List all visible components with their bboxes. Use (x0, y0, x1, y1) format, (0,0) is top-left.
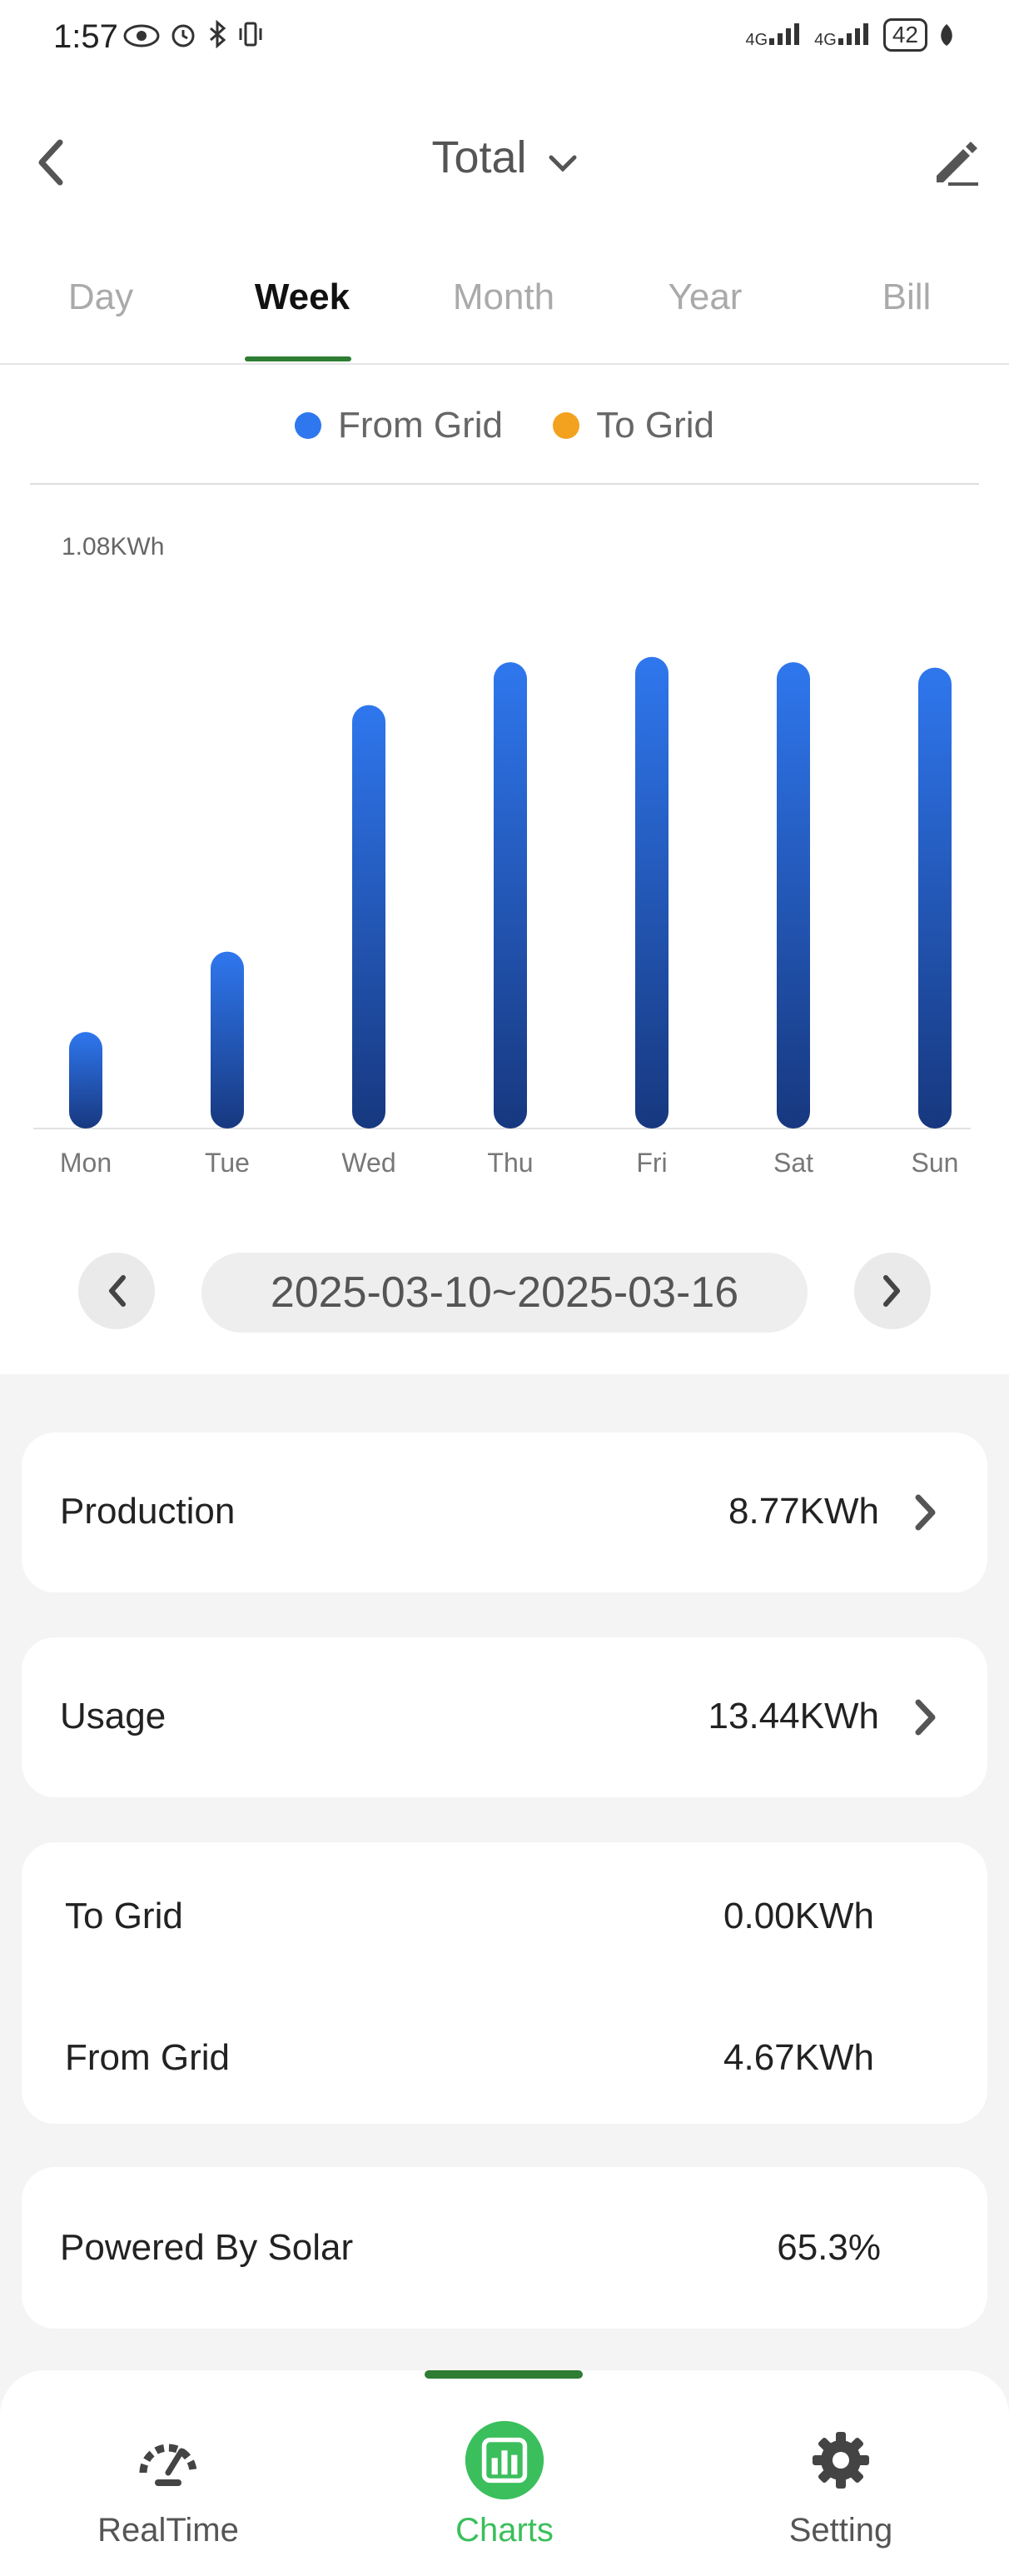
bottom-navigation: RealTime Charts Setting (0, 2370, 1009, 2576)
legend-from-grid[interactable]: From Grid (294, 405, 503, 446)
from-grid-label: From Grid (65, 2037, 230, 2078)
solar-card: Powered By Solar 65.3% (22, 2167, 987, 2329)
nav-realtime-label: RealTime (97, 2512, 239, 2549)
grid-card: To Grid 0.00KWh From Grid 4.67KWh (22, 1842, 987, 2124)
nav-realtime[interactable]: RealTime (43, 2420, 293, 2549)
legend-divider (30, 483, 979, 485)
gauge-icon (128, 2420, 208, 2500)
chart-svg: Mon Tue Wed Thu Fri Sat Sun (33, 656, 971, 1178)
chevron-right-icon (909, 1487, 942, 1537)
solar-value: 65.3% (777, 2227, 881, 2268)
signal-1-label: 4G (745, 30, 768, 49)
header: Total (0, 108, 1009, 217)
bluetooth-icon (209, 19, 226, 49)
bar-fri[interactable] (635, 656, 669, 1129)
chevron-down-icon (548, 132, 578, 183)
bar-mon[interactable] (69, 1032, 102, 1129)
status-right: 4G 4G 42 (745, 18, 956, 52)
bar-wed[interactable] (352, 705, 385, 1129)
chevron-left-icon (109, 1275, 126, 1307)
legend-to-grid-label: To Grid (596, 405, 715, 446)
edit-button[interactable] (926, 133, 984, 192)
x-tick-label-wed: Wed (341, 1148, 395, 1178)
leaf-icon (941, 24, 952, 46)
battery-level: 42 (882, 18, 927, 52)
status-bar: 1:57 4G 4G 42 (0, 0, 1009, 80)
weekly-bar-chart: 1.08KWh Mon Tue Wed Thu Fri Sat Sun (0, 516, 1009, 1183)
tab-day[interactable]: Day (0, 277, 201, 318)
y-axis-max-label: 1.08KWh (62, 533, 165, 561)
tab-bill[interactable]: Bill (806, 277, 1007, 318)
date-range[interactable]: 2025-03-10~2025-03-16 (201, 1253, 808, 1333)
legend-to-grid[interactable]: To Grid (553, 405, 714, 446)
alarm-icon (171, 24, 195, 47)
signal-2-label: 4G (814, 30, 837, 49)
legend-from-grid-label: From Grid (337, 405, 503, 446)
previous-period-button[interactable] (78, 1253, 155, 1329)
gear-icon (801, 2420, 881, 2500)
solar-label: Powered By Solar (60, 2227, 354, 2268)
to-grid-value: 0.00KWh (723, 1896, 874, 1936)
tab-week[interactable]: Week (201, 277, 403, 318)
usage-label: Usage (60, 1696, 167, 1736)
vibrate-icon (239, 22, 262, 47)
bar-sat[interactable] (777, 662, 810, 1129)
to-grid-label: To Grid (65, 1896, 183, 1936)
status-icons (123, 19, 265, 56)
bar-tue[interactable] (211, 951, 244, 1129)
nav-charts-label: Charts (455, 2512, 554, 2549)
next-period-button[interactable] (854, 1253, 931, 1329)
page-title-dropdown[interactable]: Total (0, 132, 1009, 183)
page-title: Total (431, 132, 527, 182)
period-navigator: 2025-03-10~2025-03-16 (0, 1249, 1009, 1341)
usage-card[interactable]: Usage 13.44KWh (22, 1637, 987, 1797)
bar-chart-icon (465, 2420, 544, 2500)
nav-setting[interactable]: Setting (716, 2420, 966, 2549)
x-tick-label-mon: Mon (60, 1148, 112, 1178)
chevron-right-icon (909, 1692, 942, 1742)
nav-charts[interactable]: Charts (380, 2420, 629, 2549)
chart-legend: From Grid To Grid (0, 405, 1009, 448)
x-tick-label-tue: Tue (205, 1148, 250, 1178)
usage-value: 13.44KWh (708, 1696, 879, 1736)
signal-icon-1: 4G (745, 20, 804, 51)
x-tick-label-sun: Sun (912, 1148, 959, 1178)
period-tabs: Day Week Month Year Bill (0, 258, 1009, 365)
x-tick-label-fri: Fri (636, 1148, 667, 1178)
eye-icon (123, 24, 160, 47)
status-time: 1:57 (53, 18, 118, 55)
tab-month[interactable]: Month (403, 277, 604, 318)
signal-icon-2: 4G (814, 20, 873, 51)
production-card[interactable]: Production 8.77KWh (22, 1432, 987, 1592)
chevron-right-icon (883, 1275, 900, 1307)
nav-active-indicator (425, 2370, 583, 2379)
legend-dot-from-grid (294, 412, 321, 439)
active-tab-indicator (245, 356, 351, 361)
from-grid-value: 4.67KWh (723, 2037, 874, 2078)
pencil-icon (937, 142, 978, 186)
nav-setting-label: Setting (788, 2512, 893, 2549)
legend-dot-to-grid (553, 412, 580, 439)
x-tick-label-thu: Thu (487, 1148, 533, 1178)
production-label: Production (60, 1491, 236, 1532)
bar-sun[interactable] (918, 667, 952, 1129)
x-tick-label-sat: Sat (773, 1148, 813, 1178)
tab-year[interactable]: Year (604, 277, 806, 318)
production-value: 8.77KWh (728, 1491, 879, 1532)
bar-thu[interactable] (494, 662, 527, 1129)
